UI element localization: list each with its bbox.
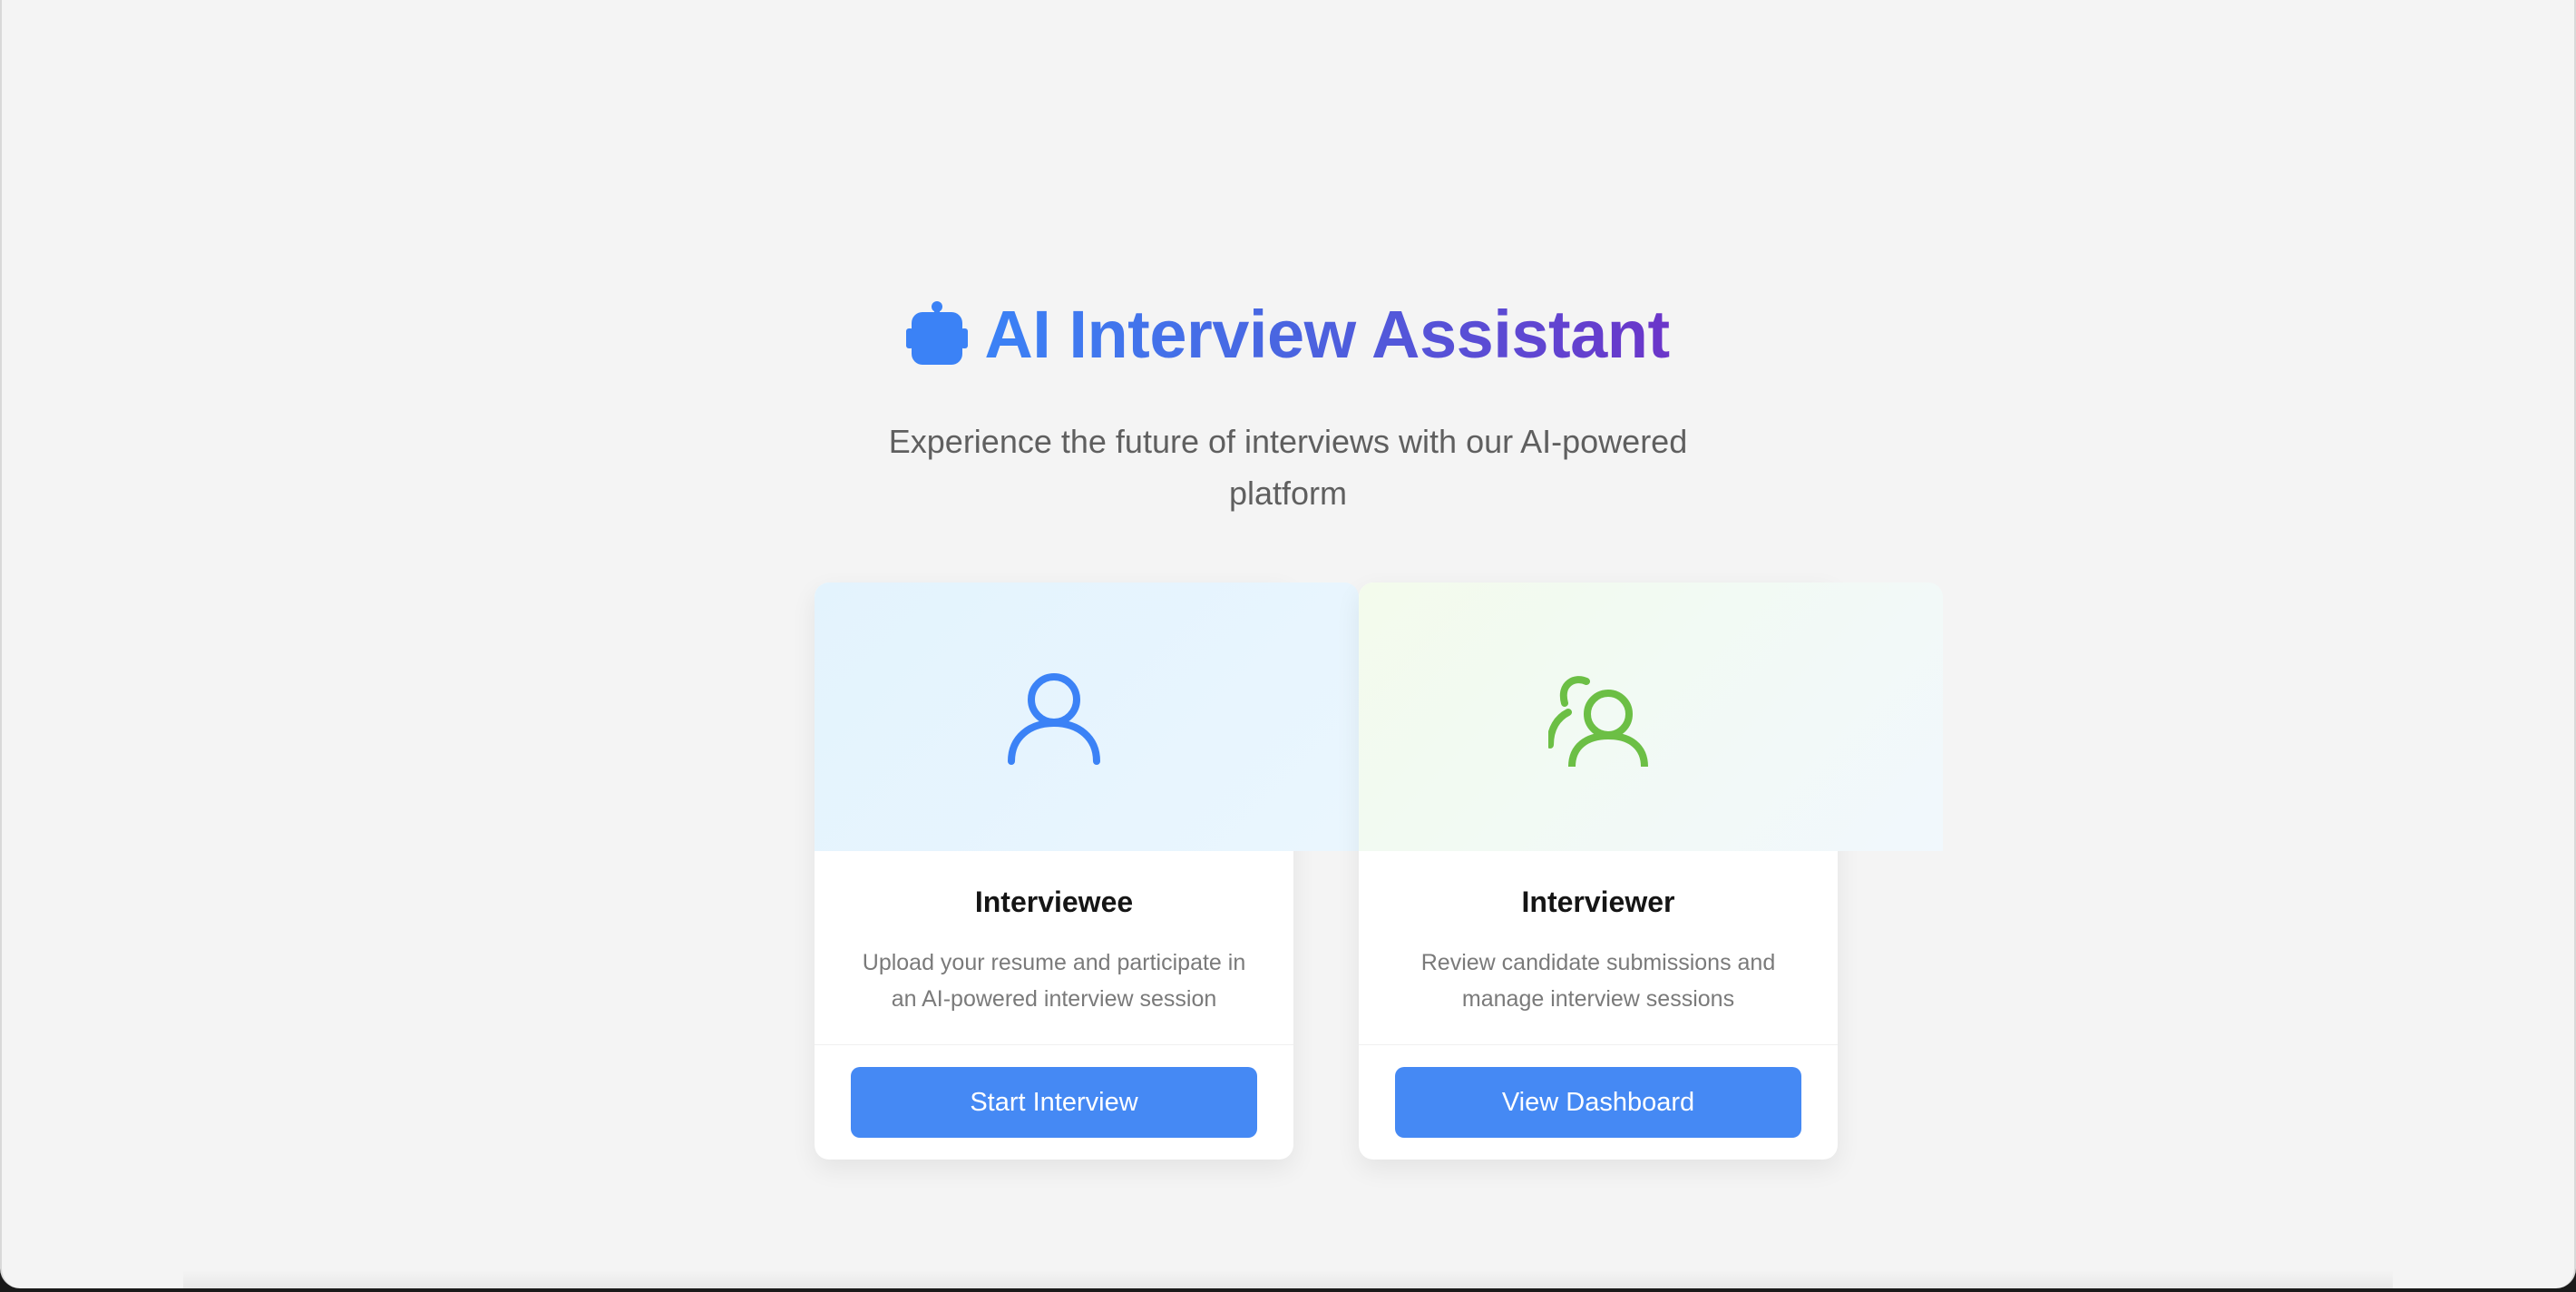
interviewee-card[interactable]: Interviewee Upload your resume and parti…: [815, 582, 1359, 1160]
users-icon: [1548, 676, 1648, 767]
card-footer: Start Interview: [815, 1045, 1293, 1160]
page-subtitle: Experience the future of interviews with…: [888, 423, 1688, 512]
card-body: Interviewee Upload your resume and parti…: [815, 851, 1293, 1045]
interviewer-card[interactable]: Interviewer Review candidate submissions…: [1359, 582, 1943, 1160]
card-description: Upload your resume and participate in an…: [862, 950, 1246, 1012]
page-title: AI Interview Assistant: [984, 296, 1670, 372]
user-icon: [1008, 673, 1100, 765]
app-window: AI Interview Assistant Experience the fu…: [0, 0, 2576, 1288]
page-title-row: AI Interview Assistant: [906, 289, 1670, 379]
card-title: Interviewer: [1521, 886, 1675, 918]
view-dashboard-button[interactable]: View Dashboard: [1395, 1067, 1801, 1138]
card-banner: [815, 582, 1359, 851]
card-footer: View Dashboard: [1359, 1045, 1838, 1160]
card-title: Interviewee: [974, 886, 1134, 918]
hero-section: AI Interview Assistant Experience the fu…: [2, 289, 2574, 519]
card-description: Review candidate submissions and manage …: [1420, 950, 1776, 1012]
window-bottom-shadow: [183, 1270, 2393, 1288]
card-banner: [1359, 582, 1943, 851]
card-body: Interviewer Review candidate submissions…: [1359, 851, 1838, 1045]
start-interview-button[interactable]: Start Interview: [851, 1067, 1257, 1138]
robot-icon: [906, 301, 969, 365]
